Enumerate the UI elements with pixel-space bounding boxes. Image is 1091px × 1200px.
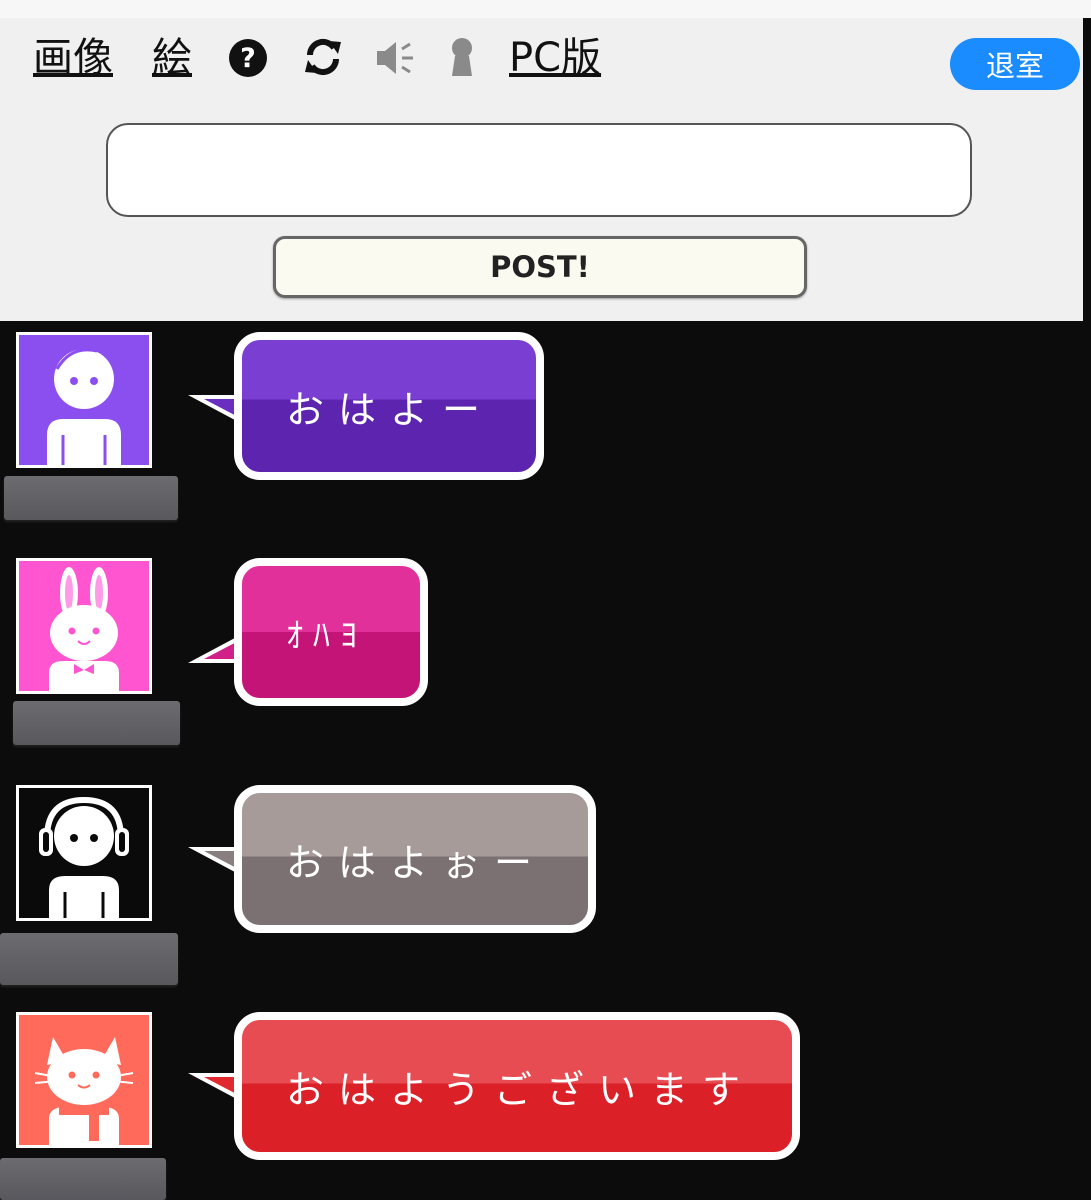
browser-top-strip	[0, 0, 1091, 19]
message-text: おはよー	[286, 387, 495, 432]
chat-log: おはよー ｵﾊﾖ おはよぉー おはようございます	[0, 321, 1091, 1200]
speaker-muted-icon[interactable]	[374, 38, 418, 78]
pc-version-link[interactable]: PC版	[509, 33, 601, 83]
image-link[interactable]: 画像	[33, 33, 113, 83]
message-bubble: おはよぉー	[234, 785, 596, 933]
avatar[interactable]	[16, 558, 152, 694]
user-name-bar	[13, 701, 180, 745]
refresh-icon[interactable]	[302, 36, 344, 78]
draw-link[interactable]: 絵	[152, 33, 192, 83]
avatar[interactable]	[16, 332, 152, 468]
headphones-avatar-icon	[39, 796, 129, 918]
cat-avatar-icon	[34, 1037, 134, 1145]
user-name-bar	[0, 1158, 166, 1200]
user-name-bar	[4, 476, 178, 520]
question-circle-icon[interactable]: ?	[228, 38, 268, 78]
message-text: おはよぉー	[286, 840, 547, 885]
message-text: ｵﾊﾖ	[286, 615, 367, 656]
chat-header: 画像 絵 ? PC版 退室 POST!	[0, 18, 1083, 321]
message-text: おはようございます	[286, 1067, 755, 1112]
message-bubble: おはようございます	[234, 1012, 800, 1160]
rabbit-avatar-icon	[49, 567, 119, 691]
post-button[interactable]: POST!	[273, 236, 807, 298]
message-bubble: おはよー	[234, 332, 544, 480]
avatar[interactable]	[16, 785, 152, 921]
user-silhouette-icon[interactable]	[446, 36, 478, 78]
avatar[interactable]	[16, 1012, 152, 1148]
message-bubble: ｵﾊﾖ	[234, 558, 428, 706]
header-edge	[1083, 18, 1091, 321]
boy-avatar-icon	[47, 348, 121, 465]
svg-text:?: ?	[240, 43, 256, 74]
user-name-bar	[0, 933, 178, 985]
message-input[interactable]	[106, 123, 972, 217]
leave-room-button[interactable]: 退室	[950, 38, 1080, 90]
